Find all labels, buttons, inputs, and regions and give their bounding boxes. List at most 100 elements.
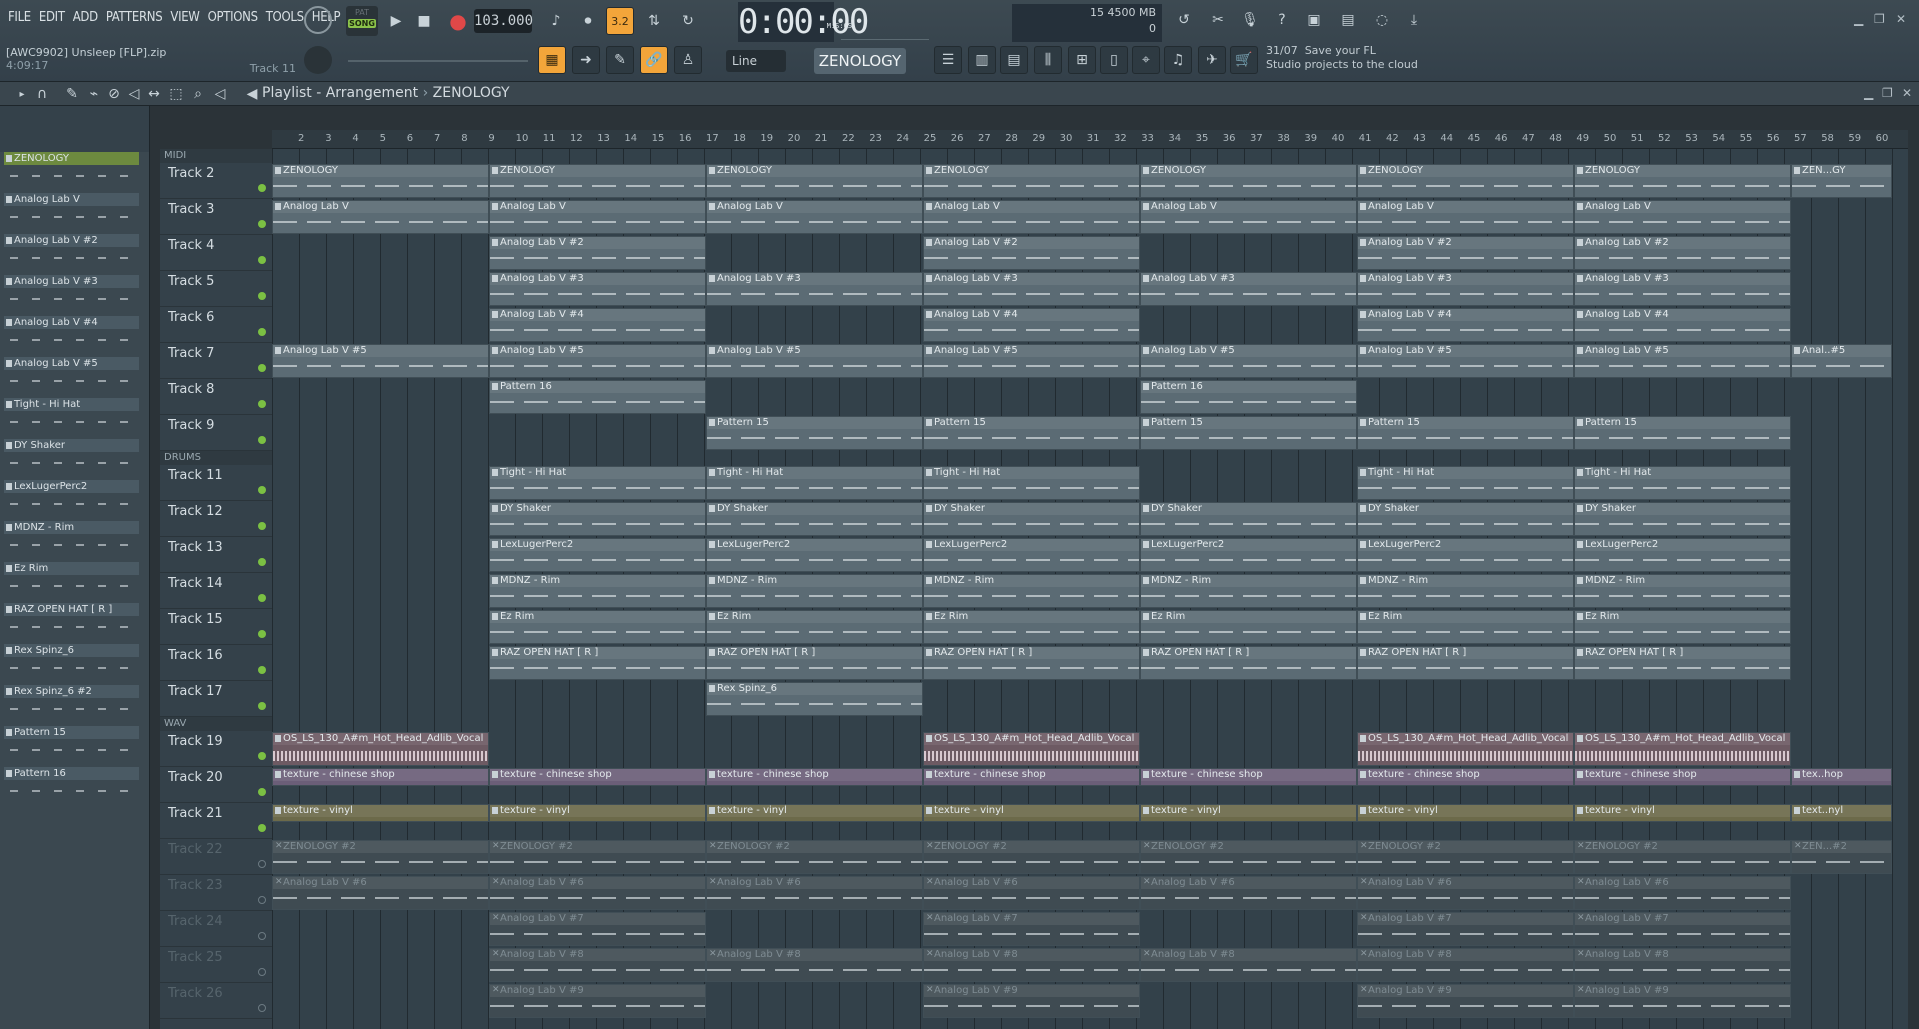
tempo-display[interactable]: 103.000 <box>474 9 533 33</box>
pattern-clip[interactable]: Pattern 16 <box>1140 380 1357 414</box>
pattern-select[interactable]: ZENOLOGY <box>814 48 906 74</box>
save-as-icon[interactable]: ▤ <box>1334 6 1362 34</box>
track-enable-toggle[interactable] <box>258 184 266 192</box>
pattern-clip[interactable]: MDNZ - Rim <box>923 574 1140 608</box>
pattern-clip[interactable]: texture - vinyl <box>1140 804 1357 822</box>
pattern-clip[interactable]: ZENOLOGY #2 <box>272 840 489 874</box>
pattern-clip[interactable]: Analog Lab V #5 <box>1357 344 1574 378</box>
pattern-clip[interactable]: Analog Lab V #9 <box>923 984 1140 1018</box>
pattern-clip[interactable]: texture - chinese shop <box>1574 768 1791 786</box>
pattern-clip[interactable]: texture - chinese shop <box>1357 768 1574 786</box>
pattern-clip[interactable]: Tight - Hi Hat <box>489 466 706 500</box>
track-header[interactable]: Track 21 <box>160 803 272 839</box>
pattern-clip[interactable]: texture - chinese shop <box>272 768 489 786</box>
pattern-clip[interactable]: Rex Spinz_6 <box>706 682 923 716</box>
stamp-icon[interactable]: ♙ <box>674 46 702 74</box>
track-enable-toggle[interactable] <box>258 594 266 602</box>
restore-icon[interactable]: ❐ <box>1874 12 1885 26</box>
track-enable-toggle[interactable] <box>258 824 266 832</box>
track-header[interactable]: Track 16 <box>160 645 272 681</box>
track-header[interactable]: Track 5 <box>160 271 272 307</box>
pattern-clip[interactable]: Analog Lab V #6 <box>1357 876 1574 910</box>
arrow-right-icon[interactable]: ➜ <box>572 46 600 74</box>
pattern-clip[interactable]: texture - vinyl <box>706 804 923 822</box>
cut-icon[interactable]: ✂ <box>1204 6 1232 34</box>
pattern-clip[interactable]: ZENOLOGY <box>706 164 923 198</box>
pattern-clip[interactable]: LexLugerPerc2 <box>706 538 923 572</box>
pattern-clip[interactable]: Analog Lab V #7 <box>923 912 1140 946</box>
pattern-clip[interactable]: Analog Lab V <box>272 200 489 234</box>
pattern-clip[interactable]: Analog Lab V #4 <box>923 308 1140 342</box>
track-header[interactable]: Track 17 <box>160 681 272 717</box>
pattern-clip[interactable]: texture - vinyl <box>1357 804 1574 822</box>
chat-icon[interactable]: ◌ <box>1368 6 1396 34</box>
pattern-clip[interactable]: texture - vinyl <box>489 804 706 822</box>
picker-item[interactable]: Analog Lab V #2 <box>4 234 139 275</box>
track-header[interactable]: Track 25 <box>160 947 272 983</box>
download-icon[interactable]: ⤓ <box>1400 6 1428 34</box>
pattern-clip[interactable]: Tight - Hi Hat <box>1357 466 1574 500</box>
pattern-clip[interactable]: LexLugerPerc2 <box>1357 538 1574 572</box>
playback-mode-knob[interactable] <box>304 6 332 34</box>
pattern-clip[interactable]: Ez Rim <box>1140 610 1357 644</box>
pattern-clip[interactable]: MDNZ - Rim <box>489 574 706 608</box>
pattern-clip[interactable]: Analog Lab V #6 <box>1140 876 1357 910</box>
playlist-restore-icon[interactable]: ❐ <box>1882 86 1893 100</box>
pattern-clip[interactable]: Analog Lab V #9 <box>1574 984 1791 1018</box>
pattern-clip[interactable]: Tight - Hi Hat <box>706 466 923 500</box>
paint-tool-icon[interactable]: ✎ <box>606 46 634 74</box>
magnet-icon[interactable]: ∩ <box>28 80 56 108</box>
pattern-clip[interactable]: Analog Lab V #6 <box>706 876 923 910</box>
track-enable-toggle[interactable] <box>258 702 266 710</box>
menu-view[interactable]: VIEW <box>166 8 203 27</box>
pattern-clip[interactable]: RAZ OPEN HAT [ R ] <box>1574 646 1791 680</box>
pattern-clip[interactable]: OS_LS_130_A#m_Hot_Head_Adlib_Vocal <box>923 732 1140 766</box>
menu-add[interactable]: ADD <box>69 8 102 27</box>
track-enable-toggle[interactable] <box>258 896 266 904</box>
track-header[interactable]: Track 11 <box>160 465 272 501</box>
pattern-clip[interactable]: text..nyl <box>1791 804 1892 822</box>
news-panel[interactable]: 31/07 Save your FL Studio projects to th… <box>1266 44 1436 78</box>
pattern-clip[interactable]: LexLugerPerc2 <box>1574 538 1791 572</box>
pattern-clip[interactable]: ZENOLOGY #2 <box>1357 840 1574 874</box>
pattern-clip[interactable]: Ez Rim <box>1574 610 1791 644</box>
timeline-ruler[interactable]: 2 3 4 5 6 7 8 9 10 11 12 13 14 15 16 17 18 19 20 21 22 23 24 25… <box>272 130 1908 149</box>
stop-icon[interactable]: ■ <box>410 7 438 35</box>
track-header[interactable]: Track 24 <box>160 911 272 947</box>
menu-tools[interactable]: TOOLS <box>262 8 308 27</box>
picker-item[interactable]: MDNZ - Rim <box>4 521 139 562</box>
menu-file[interactable]: FILE <box>4 8 35 27</box>
track-enable-toggle[interactable] <box>258 400 266 408</box>
playlist-minimize-icon[interactable]: ▁ <box>1864 86 1873 100</box>
pattern-clip[interactable]: Analog Lab V #4 <box>1357 308 1574 342</box>
pattern-clip[interactable]: RAZ OPEN HAT [ R ] <box>706 646 923 680</box>
playback-icon[interactable]: ◁ <box>206 80 234 108</box>
master-pitch-slider[interactable] <box>348 60 528 62</box>
pattern-clip[interactable]: Analog Lab V #7 <box>489 912 706 946</box>
pattern-clip[interactable]: ZENOLOGY #2 <box>706 840 923 874</box>
pattern-clip[interactable]: tex..hop <box>1791 768 1892 786</box>
track-header[interactable]: Track 12 <box>160 501 272 537</box>
playlist-close-icon[interactable]: ✕ <box>1902 86 1912 100</box>
pattern-clip[interactable]: ZENOLOGY <box>1357 164 1574 198</box>
save-icon[interactable]: ▣ <box>1300 6 1328 34</box>
pattern-clip[interactable]: Analog Lab V <box>1357 200 1574 234</box>
track-enable-toggle[interactable] <box>258 364 266 372</box>
vertical-scrollbar[interactable] <box>1909 130 1919 1029</box>
pattern-clip[interactable]: Analog Lab V #2 <box>489 236 706 270</box>
picker-item[interactable]: Rex Spinz_6 <box>4 644 139 685</box>
pattern-clip[interactable]: Analog Lab V #3 <box>923 272 1140 306</box>
shop-icon[interactable]: 🛒 <box>1230 46 1258 74</box>
pattern-clip[interactable]: OS_LS_130_A#m_Hot_Head_Adlib_Vocal <box>1574 732 1791 766</box>
pattern-clip[interactable]: OS_LS_130_A#m_Hot_Head_Adlib_Vocal <box>1357 732 1574 766</box>
pattern-clip[interactable]: Analog Lab V <box>706 200 923 234</box>
track-header[interactable]: Track 4 <box>160 235 272 271</box>
pattern-clip[interactable]: ZEN...#2 <box>1791 840 1892 874</box>
picker-item[interactable]: Analog Lab V #5 <box>4 357 139 398</box>
pattern-clip[interactable]: ZENOLOGY <box>1140 164 1357 198</box>
track-enable-toggle[interactable] <box>258 1004 266 1012</box>
track-header[interactable]: Track 14 <box>160 573 272 609</box>
track-enable-toggle[interactable] <box>258 932 266 940</box>
track-header[interactable]: Track 3 <box>160 199 272 235</box>
plugin-picker-icon[interactable]: ▯ <box>1100 46 1128 74</box>
